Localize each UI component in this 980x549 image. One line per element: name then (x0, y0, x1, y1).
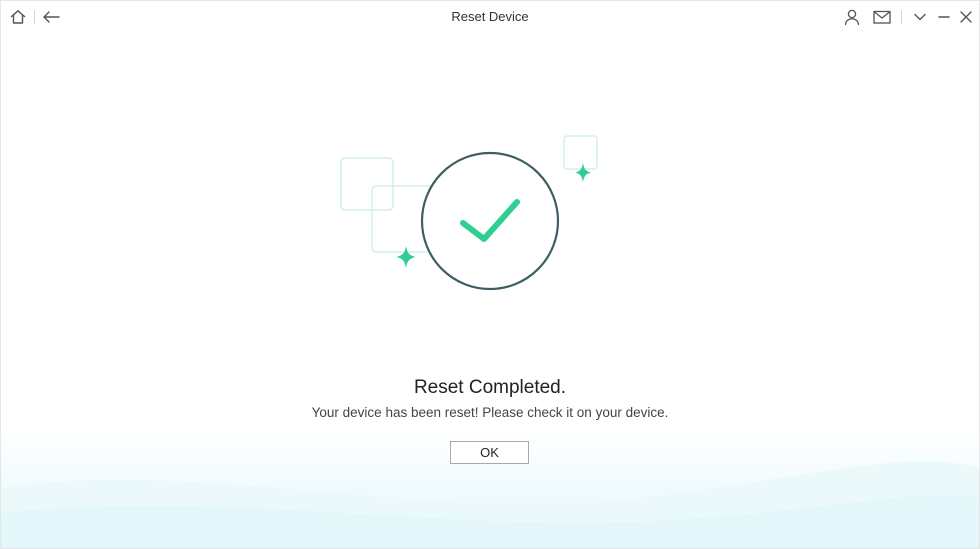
sparkle-icon (396, 246, 416, 268)
completion-heading: Reset Completed. (413, 377, 567, 398)
mail-icon (872, 8, 892, 26)
ok-button[interactable]: OK (450, 441, 529, 464)
close-button[interactable] (955, 6, 977, 28)
titlebar-separator (901, 10, 902, 24)
minimize-button[interactable] (933, 6, 955, 28)
chevron-down-icon (912, 9, 928, 25)
user-icon (843, 8, 861, 26)
window-title: Reset Device (451, 9, 529, 24)
minimize-icon (937, 10, 951, 24)
account-button[interactable] (841, 6, 863, 28)
app-window: Reset Device Reset Completed. Your devic… (0, 0, 980, 549)
menu-button[interactable] (909, 6, 931, 28)
success-circle (420, 151, 560, 291)
feedback-button[interactable] (871, 6, 893, 28)
sparkle-icon (575, 163, 591, 182)
close-icon (959, 10, 973, 24)
decorative-frame (563, 135, 598, 170)
completion-message: Your device has been reset! Please check… (311, 405, 669, 420)
success-illustration (340, 135, 598, 291)
title-bar: Reset Device (1, 1, 979, 33)
decorative-frame (340, 157, 394, 211)
